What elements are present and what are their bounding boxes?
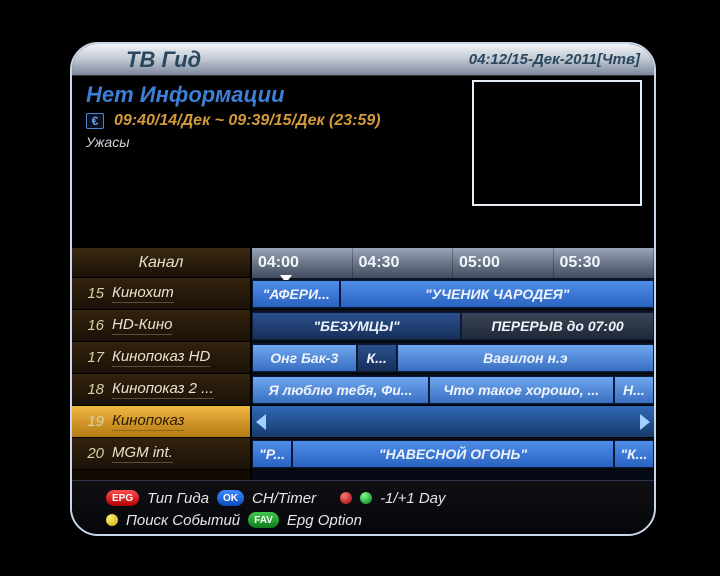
channel-name: Кинопоказ xyxy=(112,412,184,431)
hint-day-shift: -1/+1 Day xyxy=(380,490,445,507)
scroll-left-icon[interactable] xyxy=(256,414,266,430)
channel-row[interactable]: 20 MGM int. xyxy=(72,438,250,470)
epg-event[interactable]: ПЕРЕРЫВ до 07:00 xyxy=(461,312,654,340)
hint-epg-option: Epg Option xyxy=(287,512,362,529)
program-info: Нет Информации € 09:40/14/Дек ~ 09:39/15… xyxy=(72,76,654,150)
program-time-range: 09:40/14/Дек ~ 09:39/15/Дек (23:59) xyxy=(114,112,381,130)
hint-ch-timer: CH/Timer xyxy=(252,490,316,507)
epg-row[interactable]: "БЕЗУМЦЫ"ПЕРЕРЫВ до 07:00 xyxy=(252,310,654,342)
time-tick: 05:00 xyxy=(453,248,554,278)
channel-number: 20 xyxy=(78,445,104,462)
channel-header: Канал xyxy=(72,248,250,278)
channel-name: Кинохит xyxy=(112,284,174,303)
channel-number: 15 xyxy=(78,285,104,302)
epg-column: 04:00 04:30 05:00 05:30 "АФЕРИ..."УЧЕНИК… xyxy=(250,248,654,480)
epg-event[interactable]: Что такое хорошо, ... xyxy=(429,376,614,404)
epg-event[interactable]: "БЕЗУМЦЫ" xyxy=(252,312,461,340)
epg-event[interactable]: "К... xyxy=(614,440,654,468)
epg-row[interactable]: "АФЕРИ..."УЧЕНИК ЧАРОДЕЯ" xyxy=(252,278,654,310)
epg-selected-track[interactable] xyxy=(252,406,654,438)
channel-column: Канал 15 Кинохит 16 HD-Кино 17 Кинопоказ HD 18… xyxy=(72,248,250,480)
channel-row[interactable]: 16 HD-Кино xyxy=(72,310,250,342)
channel-row[interactable]: 15 Кинохит xyxy=(72,278,250,310)
scroll-right-icon[interactable] xyxy=(640,414,650,430)
yellow-dot-icon[interactable] xyxy=(106,514,118,526)
epg-grid: Канал 15 Кинохит 16 HD-Кино 17 Кинопоказ HD 18… xyxy=(72,248,654,480)
epg-event[interactable]: Я люблю тебя, Фи... xyxy=(252,376,429,404)
clock: 04:12/15-Дек-2011[Чтв] xyxy=(469,51,640,68)
fav-pill[interactable]: FAV xyxy=(248,512,279,528)
time-tick: 04:00 xyxy=(252,248,353,278)
epg-row[interactable]: Онг Бак-3К...Вавилон н.э xyxy=(252,342,654,374)
currency-badge-icon: € xyxy=(86,113,104,129)
epg-row[interactable]: Я люблю тебя, Фи...Что такое хорошо, ...… xyxy=(252,374,654,406)
channel-number: 19 xyxy=(78,413,104,430)
ok-pill[interactable]: OK xyxy=(217,490,244,506)
epg-event[interactable]: Н... xyxy=(614,376,654,404)
time-tick: 04:30 xyxy=(353,248,454,278)
channel-name: Кинопоказ 2 ... xyxy=(112,380,214,399)
epg-event[interactable]: "УЧЕНИК ЧАРОДЕЯ" xyxy=(340,280,654,308)
timeline-header: 04:00 04:30 05:00 05:30 xyxy=(252,248,654,278)
epg-event[interactable]: Онг Бак-3 xyxy=(252,344,357,372)
channel-row[interactable]: 19 Кинопоказ xyxy=(72,406,250,438)
epg-event[interactable]: К... xyxy=(357,344,397,372)
video-preview xyxy=(472,80,642,206)
channel-number: 16 xyxy=(78,317,104,334)
channel-name: MGM int. xyxy=(112,444,173,463)
epg-pill[interactable]: EPG xyxy=(106,490,139,506)
channel-row[interactable]: 17 Кинопоказ HD xyxy=(72,342,250,374)
hint-guide-type: Тип Гида xyxy=(147,490,209,507)
epg-event[interactable]: "НАВЕСНОЙ ОГОНЬ" xyxy=(292,440,614,468)
channel-name: Кинопоказ HD xyxy=(112,348,210,367)
epg-event[interactable]: "Р... xyxy=(252,440,292,468)
green-dot-icon[interactable] xyxy=(360,492,372,504)
hint-search-events: Поиск Событий xyxy=(126,512,240,529)
footer-hints: EPG Тип Гида OK CH/Timer -1/+1 Day Поиск… xyxy=(72,480,654,534)
app-title: ТВ Гид xyxy=(126,47,201,73)
time-tick: 05:30 xyxy=(554,248,655,278)
tv-guide-panel: ТВ Гид 04:12/15-Дек-2011[Чтв] Нет Информ… xyxy=(70,42,656,536)
epg-row[interactable]: "Р..."НАВЕСНОЙ ОГОНЬ""К... xyxy=(252,438,654,470)
channel-number: 17 xyxy=(78,349,104,366)
header-bar: ТВ Гид 04:12/15-Дек-2011[Чтв] xyxy=(72,44,654,76)
red-dot-icon[interactable] xyxy=(340,492,352,504)
channel-name: HD-Кино xyxy=(112,316,172,335)
epg-event[interactable]: "АФЕРИ... xyxy=(252,280,340,308)
epg-event[interactable]: Вавилон н.э xyxy=(397,344,654,372)
channel-row[interactable]: 18 Кинопоказ 2 ... xyxy=(72,374,250,406)
channel-number: 18 xyxy=(78,381,104,398)
